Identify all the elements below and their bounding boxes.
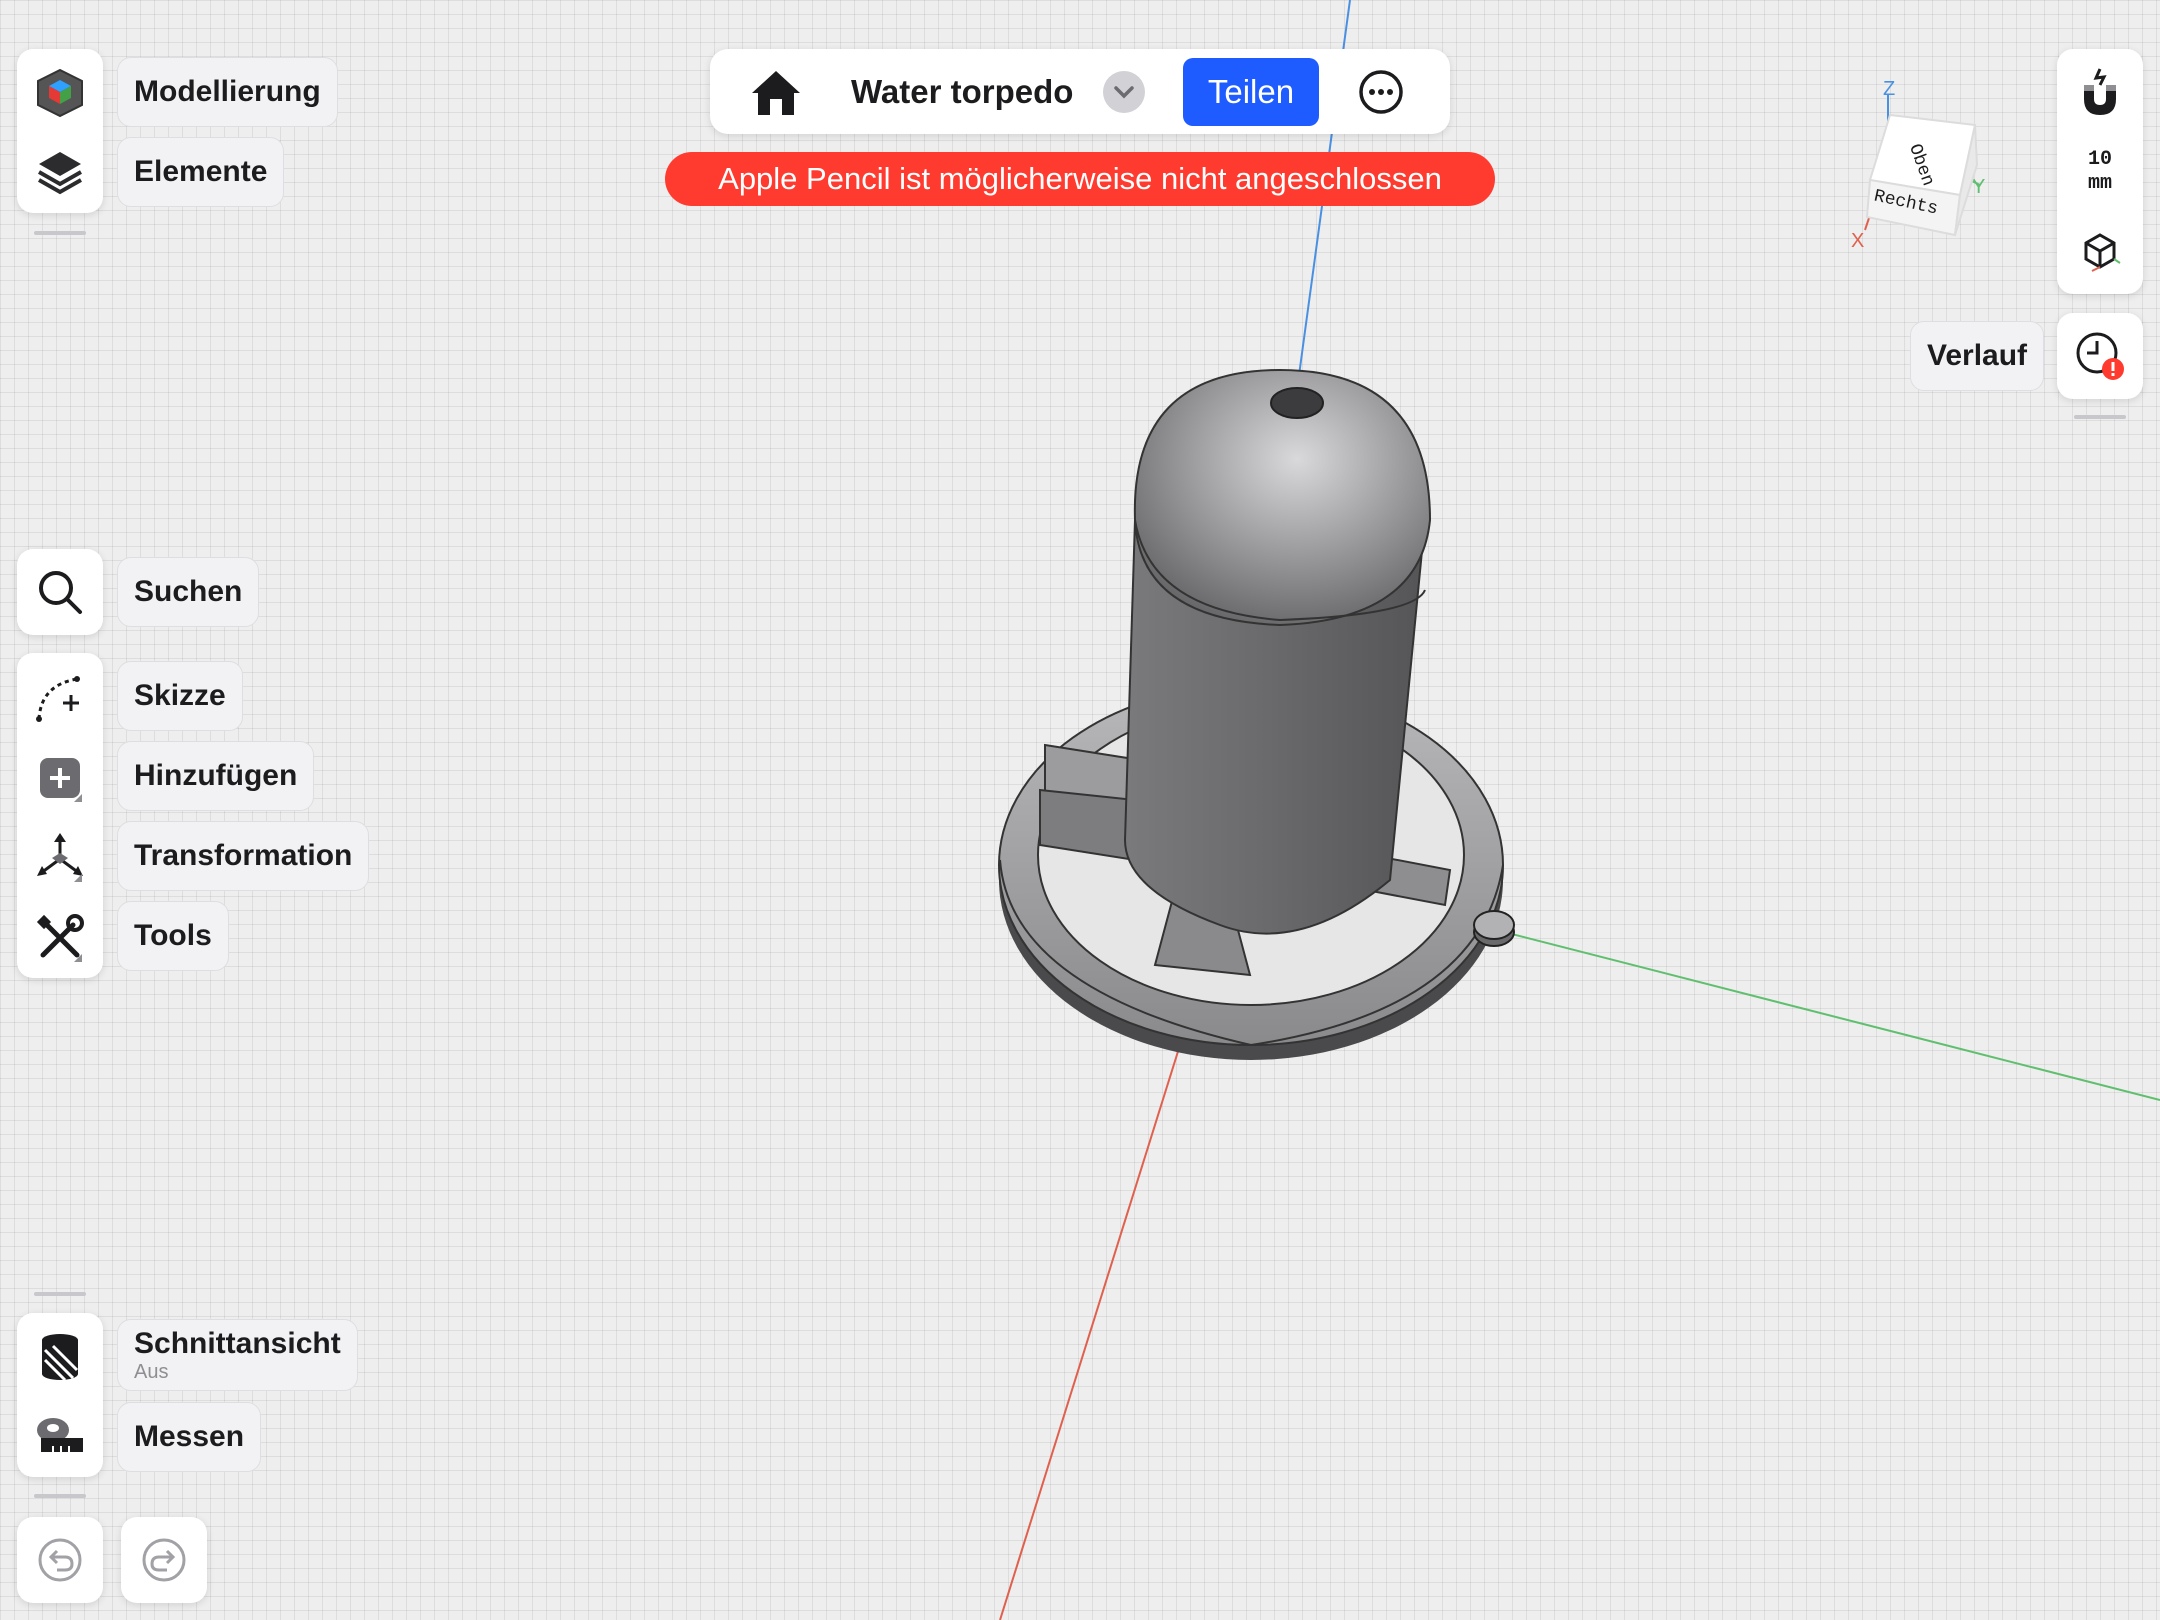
add-icon[interactable] [30,748,90,808]
history-button[interactable] [2057,313,2143,399]
x-axis-line [999,1044,1181,1620]
add-label[interactable]: Hinzufügen [117,741,315,811]
view-cube-axis-y: Y [1972,176,1985,198]
section-view-label[interactable]: Schnittansicht Aus [117,1319,358,1391]
document-title[interactable]: Water torpedo [851,49,1073,134]
home-icon[interactable] [750,67,802,119]
mode-panel [17,49,103,213]
history-clock-icon [2073,329,2127,383]
cube-mode-icon[interactable] [30,63,90,123]
sketch-icon[interactable] [30,668,90,728]
view-cube-axis-z: Z [1883,78,1895,100]
grid-size-unit: mm [2087,172,2112,195]
magnet-icon[interactable] [2072,65,2128,121]
submenu-indicator [74,874,82,882]
divider [34,1494,86,1498]
divider [2074,415,2126,419]
torpedo-model[interactable] [998,368,1515,1060]
divider [34,1292,86,1296]
section-view-icon[interactable] [30,1327,90,1387]
history-label[interactable]: Verlauf [1910,321,2045,391]
view-cube[interactable]: Z Y X Oben Rechts [1845,75,1995,255]
more-icon[interactable] [1358,69,1404,115]
transform-icon[interactable] [30,828,90,888]
sketch-label[interactable]: Skizze [117,661,243,731]
tape-measure-icon[interactable] [30,1405,90,1465]
view-cube-axis-x: X [1851,230,1864,252]
elements-label[interactable]: Elemente [117,137,285,207]
view-settings-panel: 10 mm [2057,49,2143,294]
redo-button[interactable] [121,1517,207,1603]
search-label[interactable]: Suchen [117,557,260,627]
search-icon[interactable] [30,562,90,622]
undo-button[interactable] [17,1517,103,1603]
grid-size-indicator[interactable]: 10 mm [2057,148,2143,196]
tools-icon[interactable] [30,908,90,968]
modeling-label[interactable]: Modellierung [117,57,338,127]
transform-label[interactable]: Transformation [117,821,370,891]
layers-icon[interactable] [30,141,90,201]
create-tools-panel [17,653,103,978]
grid-size-value: 10 [2087,148,2112,171]
view-style-cube-icon[interactable] [2078,229,2122,273]
tools-label[interactable]: Tools [117,901,229,971]
pencil-warning-toast: Apple Pencil ist möglicherweise nicht an… [665,152,1495,206]
title-dropdown-button[interactable] [1103,71,1145,113]
divider [34,231,86,235]
submenu-indicator [74,794,82,802]
document-top-bar: Water torpedo Teilen [710,49,1450,134]
measure-label[interactable]: Messen [117,1402,262,1472]
submenu-indicator [74,954,82,962]
search-panel [17,549,103,635]
chevron-down-icon [1114,86,1134,99]
section-view-status: Aus [134,1360,169,1383]
redo-icon [134,1530,194,1590]
undo-icon [30,1530,90,1590]
share-button[interactable]: Teilen [1183,58,1319,126]
section-view-title: Schnittansicht [134,1326,341,1360]
inspect-panel [17,1313,103,1477]
